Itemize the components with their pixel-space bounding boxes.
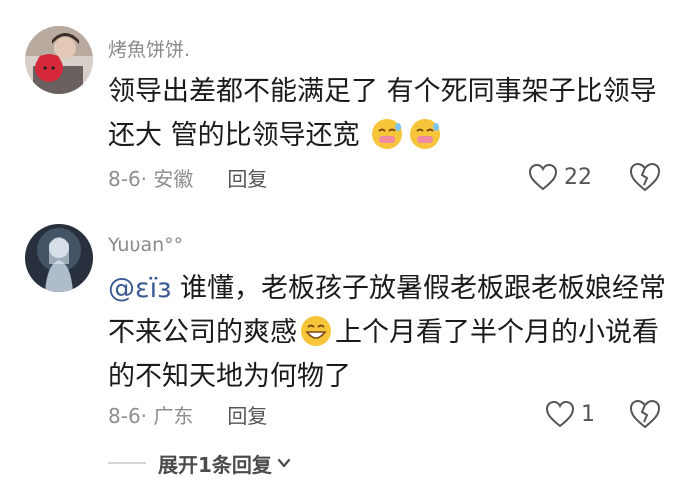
avatar[interactable] <box>25 224 93 292</box>
comment-date-location: 8-6· 安徽 <box>108 166 194 191</box>
username[interactable]: 烤魚饼饼. <box>108 35 190 62</box>
chevron-down-icon <box>277 458 291 468</box>
comment-text: @εїз 谁懂，老板孩子放暑假老板跟老板娘经常不来公司的爽感 上个月看了半个月的… <box>108 267 668 399</box>
heart-icon <box>545 400 575 428</box>
mention-link[interactable]: @εїз <box>108 273 171 304</box>
like-count: 22 <box>564 164 592 190</box>
broken-heart-icon[interactable] <box>628 160 662 194</box>
comment-date-location: 8-6· 广东 <box>108 403 194 428</box>
heart-icon <box>528 163 558 191</box>
like-count: 1 <box>581 401 595 427</box>
grinning-face-emoji <box>301 316 331 346</box>
reply-button[interactable]: 回复 <box>227 163 267 192</box>
username[interactable]: Yuυan°° <box>108 234 183 256</box>
comment-thread: 烤魚饼饼. 领导出差都不能满足了 有个死同事架子比领导还大 管的比领导还宽 8-… <box>0 0 690 499</box>
expand-replies-label: 展开1条回复 <box>158 452 272 477</box>
broken-heart-icon[interactable] <box>628 397 662 431</box>
comment-text: 领导出差都不能满足了 有个死同事架子比领导还大 管的比领导还宽 <box>108 70 668 158</box>
expand-replies-button[interactable]: 展开1条回复 <box>108 448 292 478</box>
comment-meta: 8-6· 广东 回复 <box>108 399 267 429</box>
avatar[interactable] <box>25 26 93 94</box>
like-button[interactable]: 1 <box>545 397 595 431</box>
face-with-grin-emoji <box>372 119 403 149</box>
like-button[interactable]: 22 <box>528 160 592 194</box>
comment-meta: 8-6· 安徽 回复 <box>108 162 267 192</box>
face-with-grin-emoji <box>410 119 441 149</box>
reply-button[interactable]: 回复 <box>227 400 267 429</box>
divider-line <box>108 462 146 464</box>
